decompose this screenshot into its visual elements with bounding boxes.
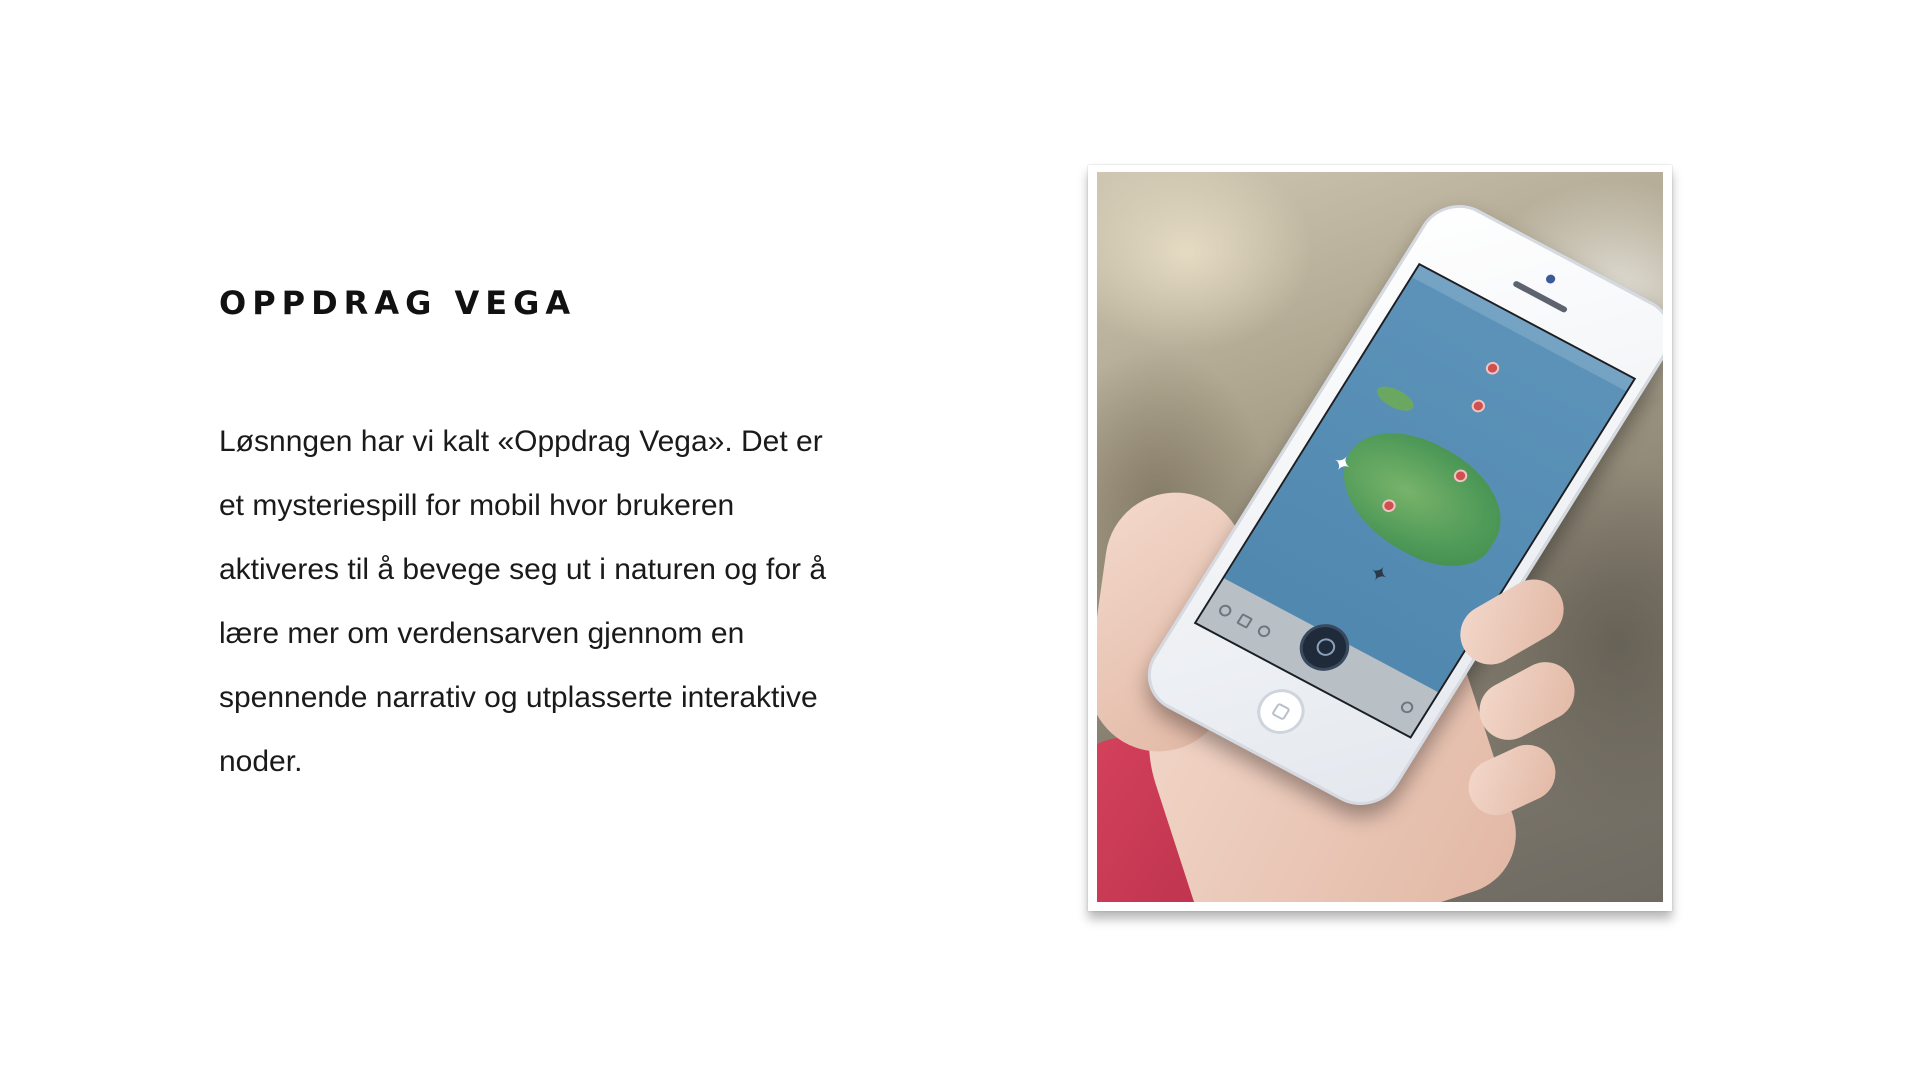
- map-islet: [1372, 381, 1418, 416]
- body-line: et mysteriespill for mobil hvor brukeren: [219, 489, 735, 522]
- speaker-grille: [1512, 280, 1569, 314]
- body-line: spennende narrativ og utplasserte intera…: [219, 681, 818, 714]
- bird-icon: ✦: [1363, 559, 1394, 590]
- map-pin-icon: [1483, 359, 1502, 377]
- body-line: Løsnngen har vi kalt «Oppdrag Vega». Det…: [219, 425, 823, 458]
- info-icon: [1398, 699, 1416, 716]
- location-icon: [1255, 623, 1273, 640]
- slide-title: OPPDRAG VEGA: [219, 284, 577, 322]
- settings-icon: [1216, 602, 1234, 619]
- phone-screen-map: ✦ ✦: [1193, 262, 1637, 739]
- map-island: [1316, 411, 1526, 586]
- photo-frame: ✦ ✦: [1088, 165, 1672, 911]
- body-line: noder.: [219, 745, 303, 778]
- body-line: aktiveres til å bevege seg ut i naturen …: [219, 553, 827, 586]
- list-icon: [1236, 613, 1254, 629]
- camera-icon: [1544, 273, 1557, 285]
- home-button-icon: [1248, 681, 1314, 742]
- map-pin-icon: [1469, 397, 1488, 415]
- search-icon: [1290, 615, 1359, 680]
- slide: OPPDRAG VEGA Løsnngen har vi kalt «Oppdr…: [0, 0, 1920, 1080]
- body-line: lære mer om verdensarven gjennom en: [219, 617, 745, 650]
- app-tab-bar: [1196, 578, 1438, 737]
- phone-photo: ✦ ✦: [1097, 172, 1663, 902]
- slide-body-text: Løsnngen har vi kalt «Oppdrag Vega». Det…: [219, 410, 879, 794]
